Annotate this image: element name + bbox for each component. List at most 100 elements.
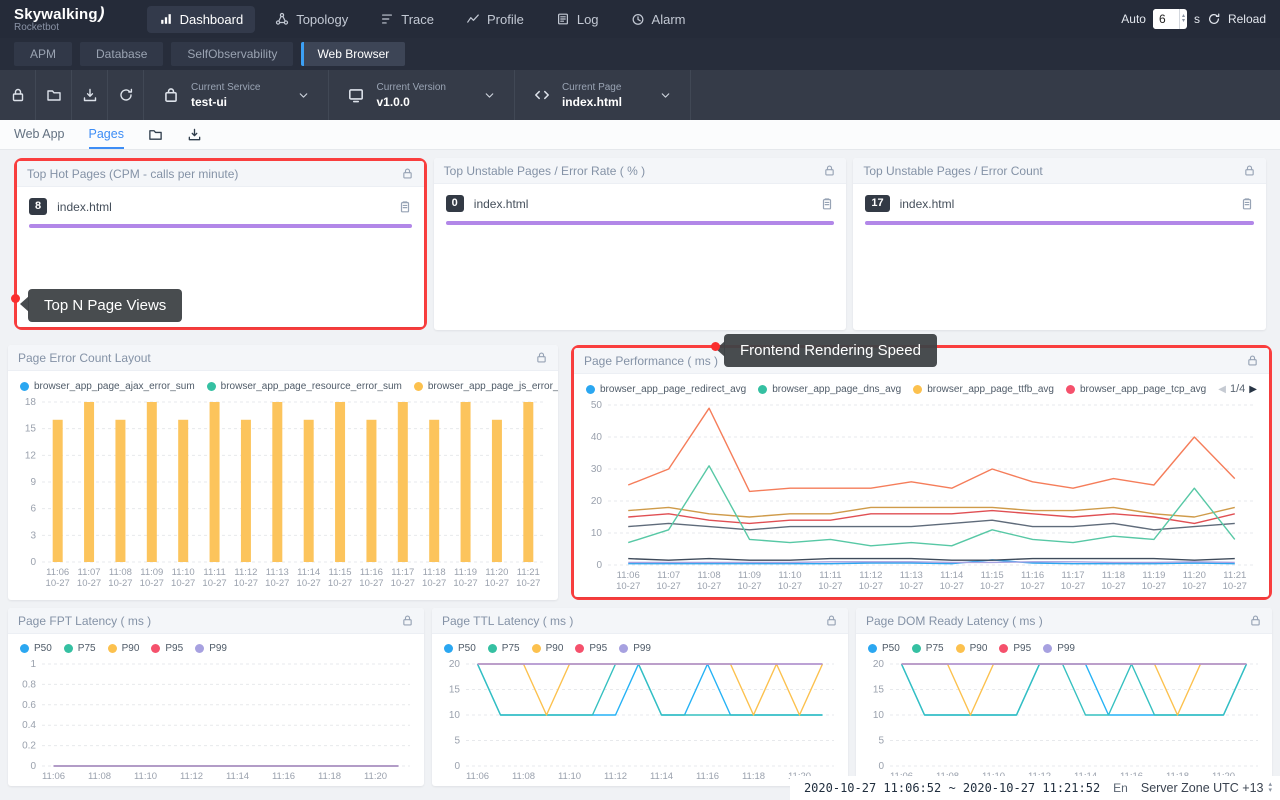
zone-stepper[interactable]: ▴▾ xyxy=(1268,782,1272,794)
legend-label: browser_app_page_ajax_error_sum xyxy=(34,381,195,392)
profile-icon xyxy=(466,12,480,26)
svg-text:15: 15 xyxy=(25,424,37,435)
reload-icon[interactable] xyxy=(1207,12,1221,26)
svg-text:0: 0 xyxy=(30,761,36,772)
nav-item-trace[interactable]: Trace xyxy=(368,6,446,33)
legend-dot-icon xyxy=(20,644,29,653)
legend-item[interactable]: P95 xyxy=(999,643,1031,654)
lock-button[interactable] xyxy=(0,70,36,120)
time-range-picker[interactable]: 2020-10-27 11:06:52 ~ 2020-10-27 11:21:5… xyxy=(804,781,1100,795)
lock-icon[interactable] xyxy=(401,167,414,180)
card-title: Page FPT Latency ( ms ) xyxy=(18,614,151,628)
tab-apm[interactable]: APM xyxy=(14,42,72,66)
legend-label: browser_app_page_dns_avg xyxy=(772,384,901,395)
legend-item[interactable]: P75 xyxy=(64,643,96,654)
clipboard-icon[interactable] xyxy=(820,197,834,211)
clipboard-icon[interactable] xyxy=(1240,197,1254,211)
legend-item[interactable]: P95 xyxy=(575,643,607,654)
tab-selfobservability[interactable]: SelfObservability xyxy=(171,42,293,66)
lock-icon[interactable] xyxy=(401,614,414,627)
lock-icon[interactable] xyxy=(1249,614,1262,627)
card-page-performance-chart: Page Performance ( ms ) browser_app_page… xyxy=(571,345,1272,600)
current-service-selector[interactable]: Current Service test-ui xyxy=(144,70,329,120)
legend-item[interactable]: browser_app_page_resource_error_sum xyxy=(207,381,402,392)
svg-text:11:19: 11:19 xyxy=(1142,570,1165,581)
svg-text:3: 3 xyxy=(30,530,36,541)
svg-text:11:18: 11:18 xyxy=(742,771,765,782)
legend-item[interactable]: P50 xyxy=(444,643,476,654)
import-button[interactable] xyxy=(36,70,72,120)
legend-dot-icon xyxy=(151,644,160,653)
nav-item-alarm[interactable]: Alarm xyxy=(619,6,698,33)
tab-database[interactable]: Database xyxy=(80,42,163,66)
lock-icon[interactable] xyxy=(1246,354,1259,367)
pager-prev-icon[interactable]: ◀ xyxy=(1218,384,1226,395)
page-entry[interactable]: 0 index.html xyxy=(434,184,847,225)
svg-text:6: 6 xyxy=(30,504,36,515)
legend-item[interactable]: P50 xyxy=(20,643,52,654)
legend-item[interactable]: browser_app_page_tcp_avg xyxy=(1066,384,1206,395)
interval-stepper[interactable]: ▴▾ xyxy=(1179,9,1187,29)
nav-item-profile[interactable]: Profile xyxy=(454,6,536,33)
legend-item[interactable]: P50 xyxy=(868,643,900,654)
svg-text:10-27: 10-27 xyxy=(171,578,195,589)
export-button[interactable] xyxy=(72,70,108,120)
svg-text:5: 5 xyxy=(454,736,460,747)
auto-interval-input[interactable] xyxy=(1153,9,1179,29)
legend-item[interactable]: P75 xyxy=(912,643,944,654)
legend-item[interactable]: browser_app_page_redirect_avg xyxy=(586,384,746,395)
legend-item[interactable]: P90 xyxy=(956,643,988,654)
refresh-button[interactable] xyxy=(108,70,144,120)
annotation-dot xyxy=(11,294,20,303)
svg-text:11:13: 11:13 xyxy=(266,567,289,578)
legend-dot-icon xyxy=(619,644,628,653)
folder-icon[interactable] xyxy=(148,127,163,142)
legend-item[interactable]: browser_app_page_js_error_sum xyxy=(414,381,558,392)
svg-text:11:19: 11:19 xyxy=(454,567,477,578)
clipboard-icon[interactable] xyxy=(398,200,412,214)
legend-dot-icon xyxy=(195,644,204,653)
legend-dot-icon xyxy=(207,382,216,391)
ttl-latency-line-chart: 0510152011:0611:0811:1011:1211:1411:1611… xyxy=(432,656,848,786)
lock-icon[interactable] xyxy=(1243,164,1256,177)
nav-item-log[interactable]: Log xyxy=(544,6,611,33)
logo-subtitle: Rocketbot xyxy=(14,23,105,33)
pager-next-icon[interactable]: ▶ xyxy=(1249,384,1257,395)
lock-icon[interactable] xyxy=(825,614,838,627)
tab-web-app[interactable]: Web App xyxy=(14,120,65,149)
time-range-bar: 2020-10-27 11:06:52 ~ 2020-10-27 11:21:5… xyxy=(790,776,1280,800)
legend-item[interactable]: P95 xyxy=(151,643,183,654)
lock-icon[interactable] xyxy=(823,164,836,177)
tab-pages[interactable]: Pages xyxy=(89,120,124,149)
legend-item[interactable]: P99 xyxy=(1043,643,1075,654)
svg-text:0: 0 xyxy=(596,560,602,571)
legend-item[interactable]: browser_app_page_dns_avg xyxy=(758,384,901,395)
lock-icon[interactable] xyxy=(535,351,548,364)
nav-item-topology[interactable]: Topology xyxy=(263,6,360,33)
export-icon[interactable] xyxy=(187,127,202,142)
page-entry[interactable]: 8 index.html xyxy=(17,187,424,228)
legend-label: P95 xyxy=(1013,643,1031,654)
svg-text:10-27: 10-27 xyxy=(737,581,761,592)
legend-item[interactable]: P90 xyxy=(532,643,564,654)
page-name: index.html xyxy=(900,197,955,211)
current-page-selector[interactable]: Current Page index.html xyxy=(515,70,691,120)
svg-text:50: 50 xyxy=(591,400,603,411)
value-badge: 17 xyxy=(865,195,889,212)
svg-text:11:12: 11:12 xyxy=(859,570,882,581)
current-version-selector[interactable]: Current Version v1.0.0 xyxy=(329,70,514,120)
legend-item[interactable]: P99 xyxy=(195,643,227,654)
server-zone-label[interactable]: Server Zone UTC +13 xyxy=(1141,781,1264,795)
legend-item[interactable]: P90 xyxy=(108,643,140,654)
tab-web-browser[interactable]: Web Browser xyxy=(301,42,405,66)
top-navbar: Skywalking) Rocketbot Dashboard Topology… xyxy=(0,0,1280,38)
app-logo[interactable]: Skywalking) Rocketbot xyxy=(14,5,105,33)
legend-item[interactable]: P75 xyxy=(488,643,520,654)
page-entry[interactable]: 17 index.html xyxy=(853,184,1266,225)
nav-item-dashboard[interactable]: Dashboard xyxy=(147,6,256,33)
legend-item[interactable]: browser_app_page_ajax_error_sum xyxy=(20,381,195,392)
language-toggle[interactable]: En xyxy=(1113,781,1128,795)
reload-label[interactable]: Reload xyxy=(1228,12,1266,26)
legend-item[interactable]: browser_app_page_ttfb_avg xyxy=(913,384,1054,395)
legend-item[interactable]: P99 xyxy=(619,643,651,654)
